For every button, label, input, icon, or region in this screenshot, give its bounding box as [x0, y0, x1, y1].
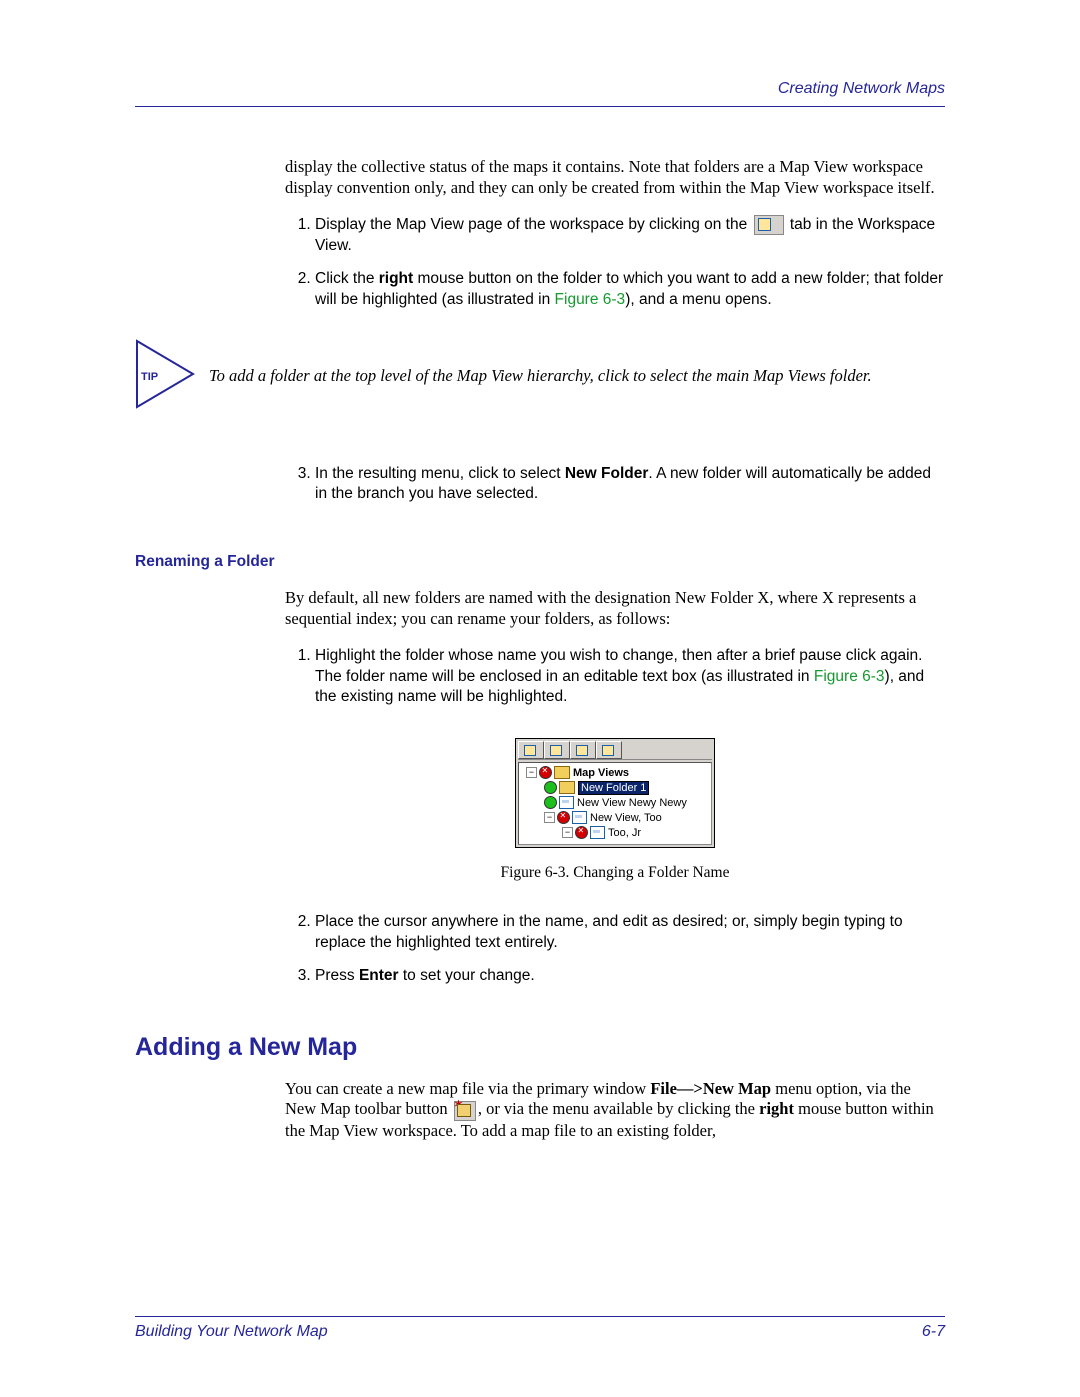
tree-item-4[interactable]: − Too, Jr: [522, 825, 708, 840]
intro-paragraph: display the collective status of the map…: [285, 157, 945, 198]
steps-add-folder-cont: In the resulting menu, click to select N…: [285, 464, 945, 506]
map-icon: [590, 826, 605, 839]
rstep3-post: to set your change.: [399, 967, 535, 984]
footer-page-number: 6-7: [922, 1323, 945, 1341]
page-footer: Building Your Network Map 6-7: [135, 1316, 945, 1341]
status-critical-icon: [557, 811, 570, 824]
tree-item-3[interactable]: − New View, Too: [522, 810, 708, 825]
tree-root[interactable]: − Map Views: [522, 765, 708, 780]
tab-row: [518, 741, 712, 760]
tab-1[interactable]: [518, 741, 544, 759]
map-icon: [572, 811, 587, 824]
addmap-bold2: right: [759, 1099, 794, 1118]
header-rule: [135, 106, 945, 107]
steps-rename: Highlight the folder whose name you wish…: [285, 646, 945, 709]
step1-pre: Display the Map View page of the workspa…: [315, 216, 752, 233]
figure-6-3: − Map Views New Folder 1 New View Newy N…: [285, 738, 945, 848]
tip-block: TIP To add a folder at the top level of …: [135, 339, 945, 414]
tab-4[interactable]: [596, 741, 622, 759]
rename-paragraph: By default, all new folders are named wi…: [285, 588, 945, 629]
rstep3-pre: Press: [315, 967, 359, 984]
step-2: Click the right mouse button on the fold…: [315, 269, 945, 311]
status-critical-icon: [575, 826, 588, 839]
map-icon: [559, 796, 574, 809]
rstep3-bold: Enter: [359, 967, 399, 984]
map-view-tab-icon: [754, 215, 784, 235]
step2-post: ), and a menu opens.: [625, 291, 772, 308]
tip-label: TIP: [141, 371, 158, 383]
tree-area: − Map Views New Folder 1 New View Newy N…: [518, 762, 712, 845]
step3-bold: New Folder: [565, 465, 649, 482]
step-3: In the resulting menu, click to select N…: [315, 464, 945, 506]
page: Creating Network Maps display the collec…: [0, 0, 1080, 1397]
rename-step-2: Place the cursor anywhere in the name, a…: [315, 912, 945, 954]
steps-rename-cont: Place the cursor anywhere in the name, a…: [285, 912, 945, 987]
footer-left: Building Your Network Map: [135, 1323, 328, 1341]
tree-item2-label: New View Newy Newy: [577, 797, 687, 809]
step2-bold: right: [379, 270, 413, 287]
tree-item4-label: Too, Jr: [608, 827, 641, 839]
status-ok-icon: [544, 781, 557, 794]
tree-item-editing[interactable]: New Folder 1: [522, 780, 708, 795]
steps-add-folder: Display the Map View page of the workspa…: [285, 215, 945, 311]
footer-rule: [135, 1316, 945, 1317]
rename-step-3: Press Enter to set your change.: [315, 966, 945, 987]
subheading-renaming: Renaming a Folder: [135, 553, 945, 571]
expander-minus-icon[interactable]: −: [544, 812, 555, 823]
tree-item3-label: New View, Too: [590, 812, 662, 824]
heading-adding-new-map: Adding a New Map: [135, 1033, 945, 1062]
folder-name-edit[interactable]: New Folder 1: [578, 781, 649, 795]
addmap-bold1: File—>New Map: [650, 1079, 771, 1098]
tree-item-2[interactable]: New View Newy Newy: [522, 795, 708, 810]
new-map-button-icon: ✶: [454, 1101, 476, 1121]
step2-pre: Click the: [315, 270, 379, 287]
figure-screenshot: − Map Views New Folder 1 New View Newy N…: [515, 738, 715, 848]
tip-icon: TIP: [135, 339, 197, 414]
figure-ref-1[interactable]: Figure 6-3: [555, 291, 626, 308]
figure-caption: Figure 6-3. Changing a Folder Name: [285, 864, 945, 882]
status-ok-icon: [544, 796, 557, 809]
folder-open-icon: [559, 781, 575, 794]
addmap-pre: You can create a new map file via the pr…: [285, 1079, 650, 1098]
expander-minus-icon[interactable]: −: [526, 767, 537, 778]
step3-pre: In the resulting menu, click to select: [315, 465, 565, 482]
tab-2[interactable]: [544, 741, 570, 759]
status-critical-icon: [539, 766, 552, 779]
folder-icon: [554, 766, 570, 779]
addmap-mid2: , or via the menu available by clicking …: [478, 1099, 759, 1118]
step-1: Display the Map View page of the workspa…: [315, 215, 945, 257]
tab-3[interactable]: [570, 741, 596, 759]
tree-root-label: Map Views: [573, 767, 629, 779]
section-header: Creating Network Maps: [135, 80, 945, 98]
expander-minus-icon[interactable]: −: [562, 827, 573, 838]
tip-text: To add a folder at the top level of the …: [209, 366, 872, 387]
figure-ref-2[interactable]: Figure 6-3: [814, 668, 885, 685]
rename-step-1: Highlight the folder whose name you wish…: [315, 646, 945, 709]
adding-map-paragraph: You can create a new map file via the pr…: [285, 1079, 945, 1141]
